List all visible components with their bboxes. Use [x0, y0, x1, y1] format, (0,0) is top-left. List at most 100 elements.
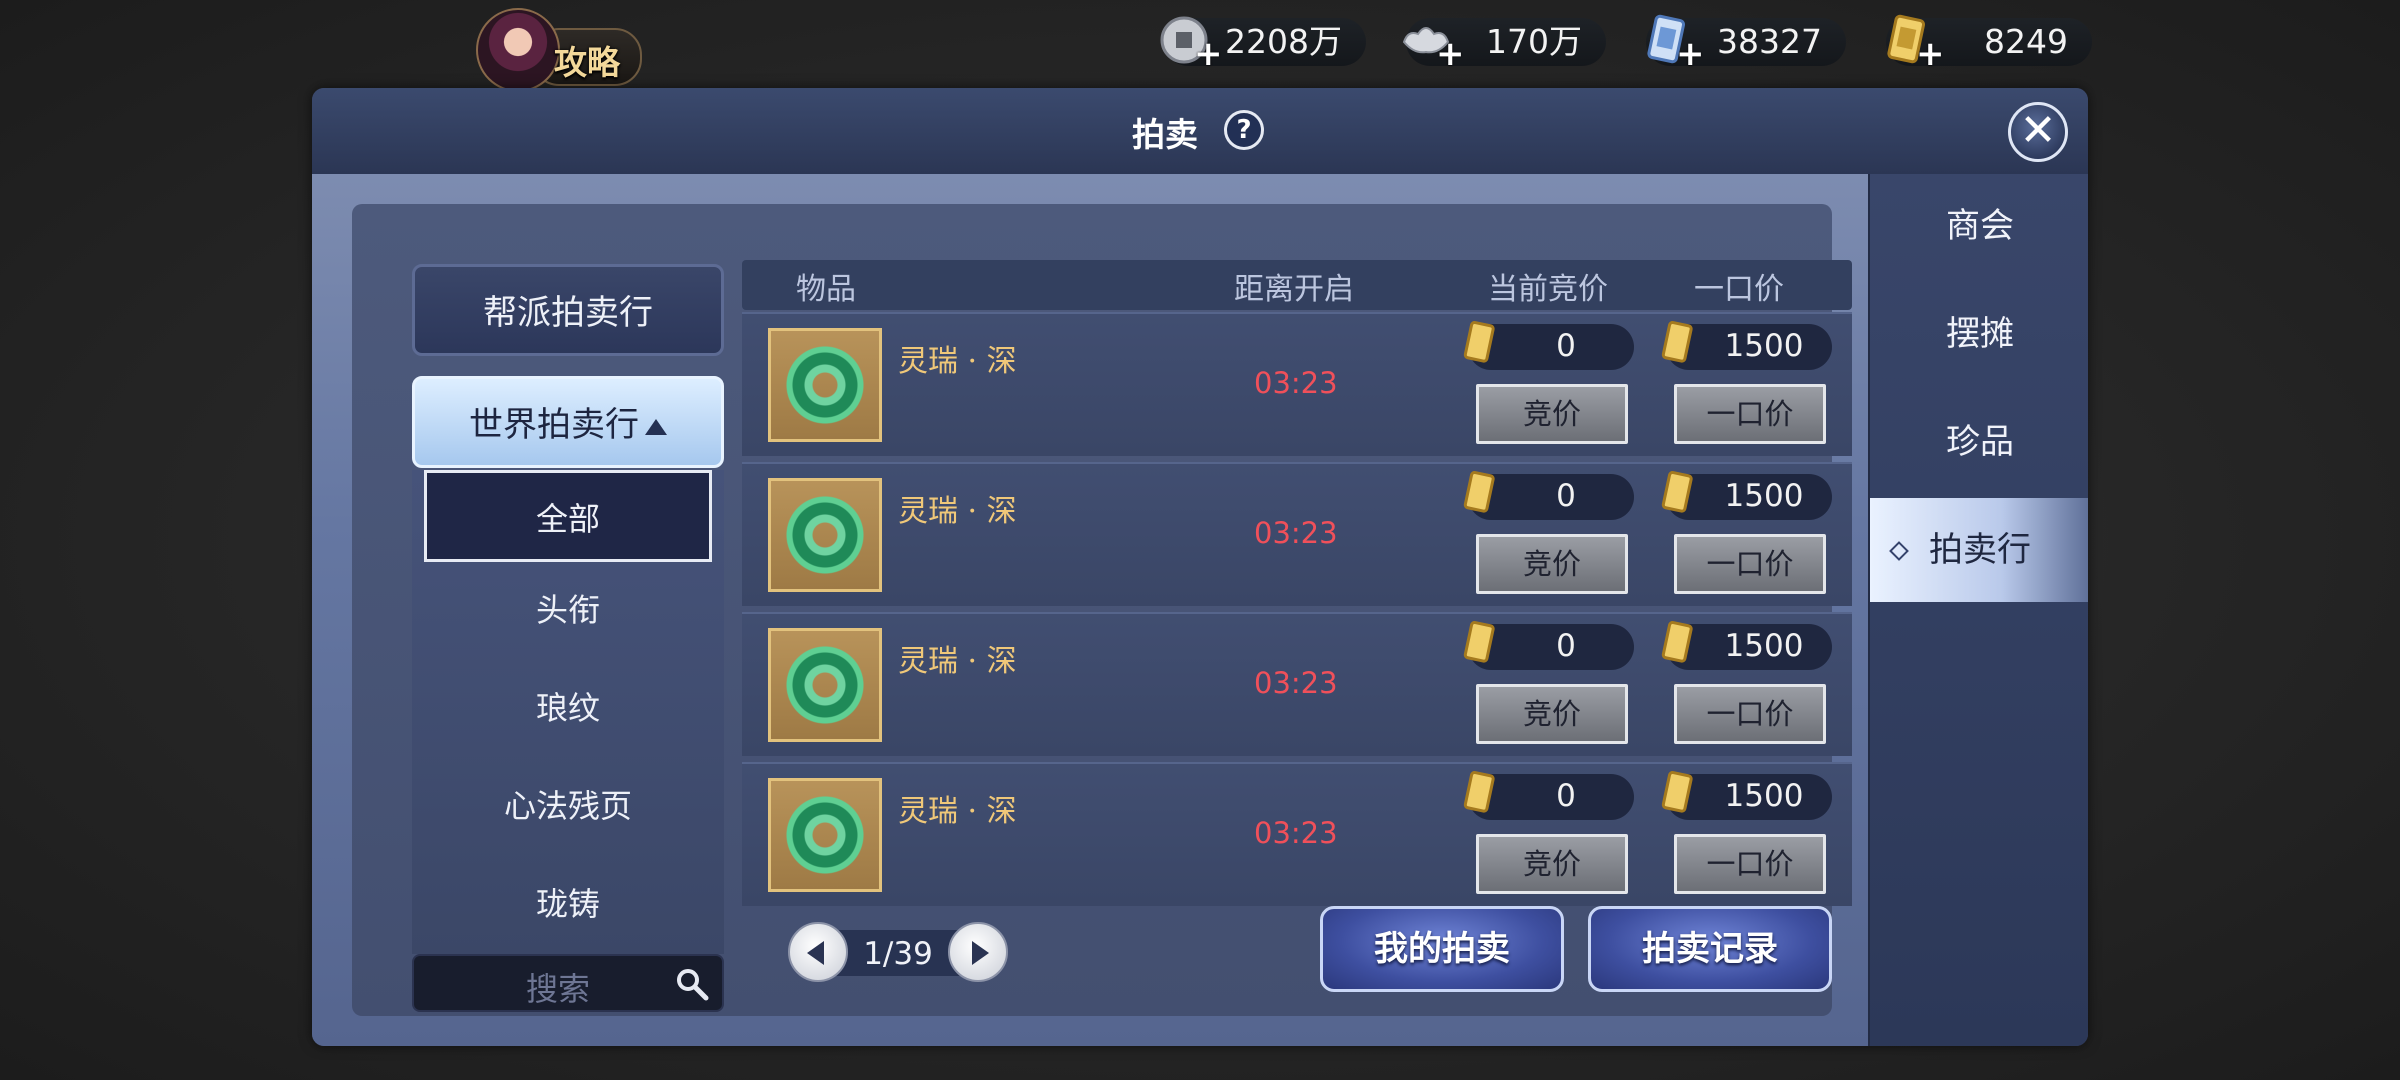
buyout-pill: 1500: [1661, 320, 1832, 370]
jade-icon: [785, 495, 865, 575]
jade-icon: [785, 795, 865, 875]
table-row[interactable]: 灵瑞 · 深 03:23 0 1500 竞价 一口价: [742, 762, 1852, 906]
prev-page-button[interactable]: [788, 922, 848, 982]
plus-icon: +: [1916, 34, 1945, 74]
buyout-value: 1500: [1724, 328, 1804, 364]
item-icon[interactable]: [768, 328, 882, 442]
buyout-button[interactable]: 一口价: [1674, 834, 1826, 894]
currency-blue-ticket[interactable]: + 38327: [1646, 14, 1846, 74]
table-row[interactable]: 灵瑞 · 深 03:23 0 1500 竞价 一口价: [742, 612, 1852, 756]
tab-treasures[interactable]: 珍品: [1870, 390, 2088, 494]
plus-icon: +: [1194, 34, 1223, 74]
buyout-value: 1500: [1724, 478, 1804, 514]
bid-button[interactable]: 竞价: [1476, 834, 1628, 894]
header-buyout: 一口价: [1694, 272, 1784, 307]
item-name: 灵瑞 · 深: [898, 644, 1017, 679]
right-tab-bar: 商会 摆摊 珍品 拍卖行: [1868, 174, 2088, 1046]
tab-auction-house-label: 拍卖行: [1929, 530, 2031, 570]
help-button[interactable]: ?: [1224, 110, 1264, 150]
jade-icon: [785, 345, 865, 425]
jade-icon: [785, 645, 865, 725]
table-header: 物品 距离开启 当前竞价 一口价: [742, 260, 1852, 310]
guide-button[interactable]: 攻略: [476, 8, 642, 92]
open-timer: 03:23: [1254, 366, 1338, 400]
currency-value: 2208万: [1225, 22, 1342, 61]
category-forge[interactable]: 珑铸: [412, 874, 724, 934]
item-icon[interactable]: [768, 778, 882, 892]
my-auctions-button[interactable]: 我的拍卖: [1320, 906, 1564, 992]
auction-table: 物品 距离开启 当前竞价 一口价 灵瑞 · 深 03:23 0 1500 竞价 …: [742, 260, 1852, 906]
search-placeholder: 搜索: [526, 970, 591, 1008]
category-all[interactable]: 全部: [424, 470, 712, 562]
item-name: 灵瑞 · 深: [898, 794, 1017, 829]
item-icon[interactable]: [768, 478, 882, 592]
gold-ticket-icon: [1463, 770, 1495, 813]
selected-diamond-icon: [1889, 541, 1909, 561]
auction-dialog: 拍卖 ? ✕ 帮派拍卖行 世界拍卖行 全部 头衔 琅纹 心法残页 珑铸 搜索 物…: [312, 88, 2088, 1046]
open-timer: 03:23: [1254, 666, 1338, 700]
bid-button[interactable]: 竞价: [1476, 534, 1628, 594]
dialog-body: 帮派拍卖行 世界拍卖行 全部 头衔 琅纹 心法残页 珑铸 搜索 物品 距离开启 …: [312, 174, 1868, 1046]
currency-copper[interactable]: + 2208万: [1160, 16, 1366, 74]
currency-silver[interactable]: + 170万: [1402, 18, 1606, 71]
dialog-header: 拍卖 ? ✕: [312, 88, 2088, 176]
tab-auction-house[interactable]: 拍卖行: [1870, 498, 2088, 602]
gold-ticket-icon: [1463, 470, 1495, 513]
gold-ticket-icon: [1661, 620, 1693, 663]
header-time-to-open: 距离开启: [1234, 272, 1354, 307]
item-icon[interactable]: [768, 628, 882, 742]
close-button[interactable]: ✕: [2008, 102, 2068, 162]
guild-auction-button[interactable]: 帮派拍卖行: [412, 264, 724, 356]
pager: 1/39: [788, 922, 1008, 984]
category-title[interactable]: 头衔: [412, 580, 724, 640]
current-bid-pill: 0: [1463, 470, 1634, 520]
item-name: 灵瑞 · 深: [898, 344, 1017, 379]
category-list: 全部 头衔 琅纹 心法残页 珑铸: [412, 470, 724, 954]
current-bid-pill: 0: [1463, 770, 1634, 820]
world-auction-button[interactable]: 世界拍卖行: [412, 376, 724, 468]
currency-gold-ticket[interactable]: + 8249: [1886, 14, 2092, 74]
gold-ticket-icon: [1463, 620, 1495, 663]
category-pattern[interactable]: 琅纹: [412, 678, 724, 738]
buyout-button[interactable]: 一口价: [1674, 684, 1826, 744]
buyout-value: 1500: [1724, 628, 1804, 664]
dialog-title: 拍卖: [1132, 115, 1198, 154]
open-timer: 03:23: [1254, 516, 1338, 550]
bid-button[interactable]: 竞价: [1476, 384, 1628, 444]
buyout-pill: 1500: [1661, 620, 1832, 670]
buyout-pill: 1500: [1661, 470, 1832, 520]
currency-value: 170万: [1486, 22, 1582, 61]
gold-ticket-icon: [1661, 320, 1693, 363]
buyout-button[interactable]: 一口价: [1674, 384, 1826, 444]
buyout-button[interactable]: 一口价: [1674, 534, 1826, 594]
current-bid-pill: 0: [1463, 620, 1634, 670]
bid-button[interactable]: 竞价: [1476, 684, 1628, 744]
guide-avatar: [476, 8, 560, 92]
open-timer: 03:23: [1254, 816, 1338, 850]
gold-ticket-icon: [1661, 470, 1693, 513]
buyout-pill: 1500: [1661, 770, 1832, 820]
gold-ticket-icon: [1463, 320, 1495, 363]
item-name: 灵瑞 · 深: [898, 494, 1017, 529]
next-page-button[interactable]: [948, 922, 1008, 982]
auction-panel: 帮派拍卖行 世界拍卖行 全部 头衔 琅纹 心法残页 珑铸 搜索 物品 距离开启 …: [352, 204, 1852, 1016]
guide-label: 攻略: [554, 43, 620, 82]
currency-value: 38327: [1717, 22, 1822, 61]
table-row[interactable]: 灵瑞 · 深 03:23 0 1500 竞价 一口价: [742, 312, 1852, 456]
currency-value: 8249: [1984, 22, 2068, 61]
search-icon[interactable]: [674, 966, 710, 1002]
tab-stall[interactable]: 摆摊: [1870, 282, 2088, 386]
tab-chamber-of-commerce[interactable]: 商会: [1870, 174, 2088, 278]
world-auction-label: 世界拍卖行: [469, 405, 639, 445]
search-input[interactable]: 搜索: [412, 954, 724, 1012]
gold-ticket-icon: [1661, 770, 1693, 813]
current-bid-pill: 0: [1463, 320, 1634, 370]
auction-records-button[interactable]: 拍卖记录: [1588, 906, 1832, 992]
header-item: 物品: [796, 272, 856, 307]
category-mind-fragment[interactable]: 心法残页: [412, 776, 724, 836]
buyout-value: 1500: [1724, 778, 1804, 814]
header-current-bid: 当前竞价: [1488, 272, 1608, 307]
current-bid-value: 0: [1556, 478, 1576, 514]
table-row[interactable]: 灵瑞 · 深 03:23 0 1500 竞价 一口价: [742, 462, 1852, 606]
plus-icon: +: [1676, 34, 1705, 74]
